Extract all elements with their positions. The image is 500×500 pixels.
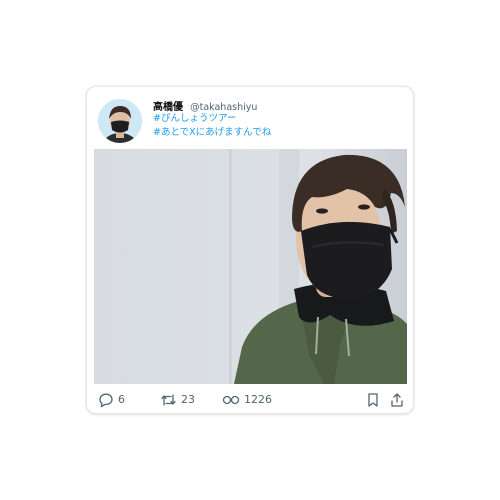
tweet-card[interactable]: 高橋優 @takahashiyu #ぴんしょうツアー #あとでXにあげますんでね: [86, 86, 414, 414]
views-button[interactable]: 1226: [222, 384, 272, 415]
views-icon: [222, 392, 240, 408]
share-icon: [390, 392, 404, 408]
share-button[interactable]: [390, 384, 404, 415]
tweet-photo[interactable]: [94, 149, 407, 384]
reply-button[interactable]: 6: [98, 384, 125, 415]
photo-image: [94, 149, 407, 384]
bookmark-icon: [366, 392, 380, 408]
hashtag-link[interactable]: #ぴんしょうツアー: [153, 112, 236, 125]
tweet-actions: 6 23 1226: [87, 384, 413, 415]
hashtag-link[interactable]: #あとでXにあげますんでね: [153, 126, 271, 139]
repost-icon: [160, 392, 177, 408]
tweet-header: 高橋優 @takahashiyu #ぴんしょうツアー #あとでXにあげますんでね: [87, 87, 413, 149]
avatar-image: [98, 99, 142, 143]
reply-count: 6: [118, 393, 125, 406]
view-count: 1226: [244, 393, 272, 406]
repost-count: 23: [181, 393, 195, 406]
avatar[interactable]: [98, 99, 142, 143]
bookmark-button[interactable]: [366, 384, 380, 415]
repost-button[interactable]: 23: [160, 384, 195, 415]
reply-icon: [98, 392, 114, 408]
